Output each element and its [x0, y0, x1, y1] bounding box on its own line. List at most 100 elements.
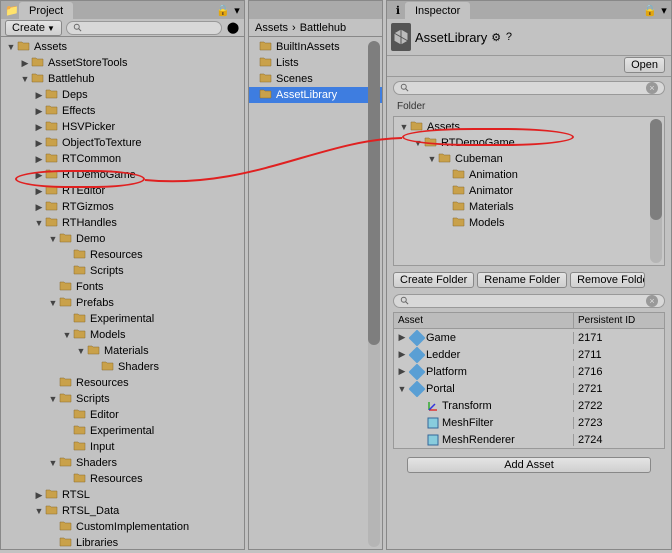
foldout-icon[interactable]: ▼ — [47, 458, 59, 468]
remove-folder-button[interactable]: Remove Folder — [570, 272, 645, 288]
tree-row[interactable]: CustomImplementation — [1, 519, 244, 535]
breadcrumb-item[interactable]: Battlehub — [300, 22, 346, 34]
tree-row[interactable]: ▼Demo — [1, 231, 244, 247]
clear-icon[interactable]: × — [646, 82, 658, 94]
tree-row[interactable]: ▶RTDemoGame — [1, 167, 244, 183]
foldout-icon[interactable]: ▼ — [47, 298, 59, 308]
foldout-icon[interactable]: ▼ — [75, 346, 87, 356]
table-row[interactable]: ▶Game2171 — [394, 329, 664, 346]
foldout-icon[interactable]: ▶ — [396, 332, 408, 343]
tree-row[interactable]: Resources — [1, 247, 244, 263]
foldout-icon[interactable]: ▶ — [33, 106, 45, 117]
foldout-icon[interactable]: ▼ — [47, 234, 59, 244]
list-item[interactable]: BuiltInAssets — [249, 39, 382, 55]
foldout-icon[interactable]: ▼ — [33, 506, 45, 516]
tree-row[interactable]: ▶Deps — [1, 87, 244, 103]
table-row[interactable]: Transform2722 — [394, 397, 664, 414]
filter-icon[interactable]: ⬤ — [226, 21, 240, 35]
foldout-icon[interactable]: ▼ — [412, 138, 424, 148]
foldout-icon[interactable]: ▶ — [396, 349, 408, 360]
list-item[interactable]: Scenes — [249, 71, 382, 87]
asset-search[interactable]: × — [393, 294, 665, 308]
col-asset-header[interactable]: Asset — [394, 313, 574, 328]
preset-icon[interactable]: ⚙ — [491, 30, 501, 44]
table-row[interactable]: ▶Ledder2711 — [394, 346, 664, 363]
tree-row[interactable]: Fonts — [1, 279, 244, 295]
breadcrumb-item[interactable]: Assets — [255, 22, 288, 34]
inspector-tab[interactable]: Inspector — [405, 2, 470, 19]
tree-row[interactable]: ▶AssetStoreTools — [1, 55, 244, 71]
list-item[interactable]: Lists — [249, 55, 382, 71]
tree-row[interactable]: Input — [1, 439, 244, 455]
open-button[interactable]: Open — [624, 57, 665, 73]
help-icon[interactable]: ? — [505, 30, 513, 44]
foldout-icon[interactable]: ▶ — [33, 170, 45, 181]
lock-icon[interactable]: 🔒 — [216, 3, 230, 17]
tree-row[interactable]: ▶RTEditor — [1, 183, 244, 199]
inspector-search-top[interactable]: × — [393, 81, 665, 95]
col-id-header[interactable]: Persistent ID — [574, 313, 664, 328]
foldout-icon[interactable]: ▶ — [396, 366, 408, 377]
tree-row[interactable]: Resources — [1, 471, 244, 487]
table-row[interactable]: ▶Platform2716 — [394, 363, 664, 380]
tree-row[interactable]: ▶ObjectToTexture — [1, 135, 244, 151]
tree-row[interactable]: ▼Battlehub — [1, 71, 244, 87]
tree-row[interactable]: ▶HSVPicker — [1, 119, 244, 135]
tree-row[interactable]: Resources — [1, 375, 244, 391]
tree-row[interactable]: ▼Cubeman — [394, 151, 664, 167]
tree-row[interactable]: ▶RTCommon — [1, 151, 244, 167]
tree-row[interactable]: Scripts — [1, 263, 244, 279]
foldout-icon[interactable]: ▼ — [398, 122, 410, 132]
foldout-icon[interactable]: ▼ — [33, 218, 45, 228]
foldout-icon[interactable]: ▼ — [426, 154, 438, 164]
tree-row[interactable]: Materials — [394, 199, 664, 215]
clear-icon[interactable]: × — [646, 295, 658, 307]
foldout-icon[interactable]: ▶ — [33, 122, 45, 133]
foldout-icon[interactable]: ▼ — [19, 74, 31, 84]
tree-row[interactable]: ▼RTSL_Data — [1, 503, 244, 519]
foldout-icon[interactable]: ▼ — [47, 394, 59, 404]
tree-row[interactable]: Animator — [394, 183, 664, 199]
lock-icon[interactable]: 🔒 — [643, 3, 657, 17]
panel-menu-icon[interactable]: ▾ — [657, 3, 671, 17]
tree-row[interactable]: ▶RTGizmos — [1, 199, 244, 215]
tree-row[interactable]: ▼Materials — [1, 343, 244, 359]
foldout-icon[interactable]: ▶ — [19, 58, 31, 69]
scrollbar[interactable] — [650, 119, 662, 263]
tree-row[interactable]: ▼Shaders — [1, 455, 244, 471]
tree-row[interactable]: ▼RTHandles — [1, 215, 244, 231]
foldout-icon[interactable]: ▼ — [5, 42, 17, 52]
tree-row[interactable]: Editor — [1, 407, 244, 423]
tree-row[interactable]: Experimental — [1, 423, 244, 439]
tree-row[interactable]: ▼Assets — [394, 119, 664, 135]
tree-row[interactable]: Shaders — [1, 359, 244, 375]
foldout-icon[interactable]: ▶ — [33, 154, 45, 165]
tree-row[interactable]: ▼RTDemoGame — [394, 135, 664, 151]
project-tab[interactable]: Project — [19, 2, 73, 19]
foldout-icon[interactable]: ▶ — [33, 490, 45, 501]
tree-row[interactable]: Animation — [394, 167, 664, 183]
project-search-input[interactable] — [66, 21, 222, 35]
table-row[interactable]: MeshRenderer2724 — [394, 431, 664, 448]
foldout-icon[interactable]: ▶ — [33, 90, 45, 101]
tree-row[interactable]: ▶Effects — [1, 103, 244, 119]
table-row[interactable]: ▼Portal2721 — [394, 380, 664, 397]
tree-row[interactable]: ▼Assets — [1, 39, 244, 55]
rename-folder-button[interactable]: Rename Folder — [477, 272, 567, 288]
foldout-icon[interactable]: ▶ — [33, 186, 45, 197]
tree-row[interactable]: Experimental — [1, 311, 244, 327]
foldout-icon[interactable]: ▶ — [33, 138, 45, 149]
tree-row[interactable]: ▼Models — [1, 327, 244, 343]
tree-row[interactable]: ▶RTSL — [1, 487, 244, 503]
panel-menu-icon[interactable]: ▾ — [230, 3, 244, 17]
create-folder-button[interactable]: Create Folder — [393, 272, 474, 288]
create-button[interactable]: Create▼ — [5, 20, 62, 36]
scrollbar[interactable] — [368, 41, 380, 547]
foldout-icon[interactable]: ▼ — [61, 330, 73, 340]
table-row[interactable]: MeshFilter2723 — [394, 414, 664, 431]
foldout-icon[interactable]: ▶ — [33, 202, 45, 213]
foldout-icon[interactable]: ▼ — [396, 384, 408, 394]
list-item[interactable]: AssetLibrary — [249, 87, 382, 103]
tree-row[interactable]: ▼Scripts — [1, 391, 244, 407]
tree-row[interactable]: Models — [394, 215, 664, 231]
